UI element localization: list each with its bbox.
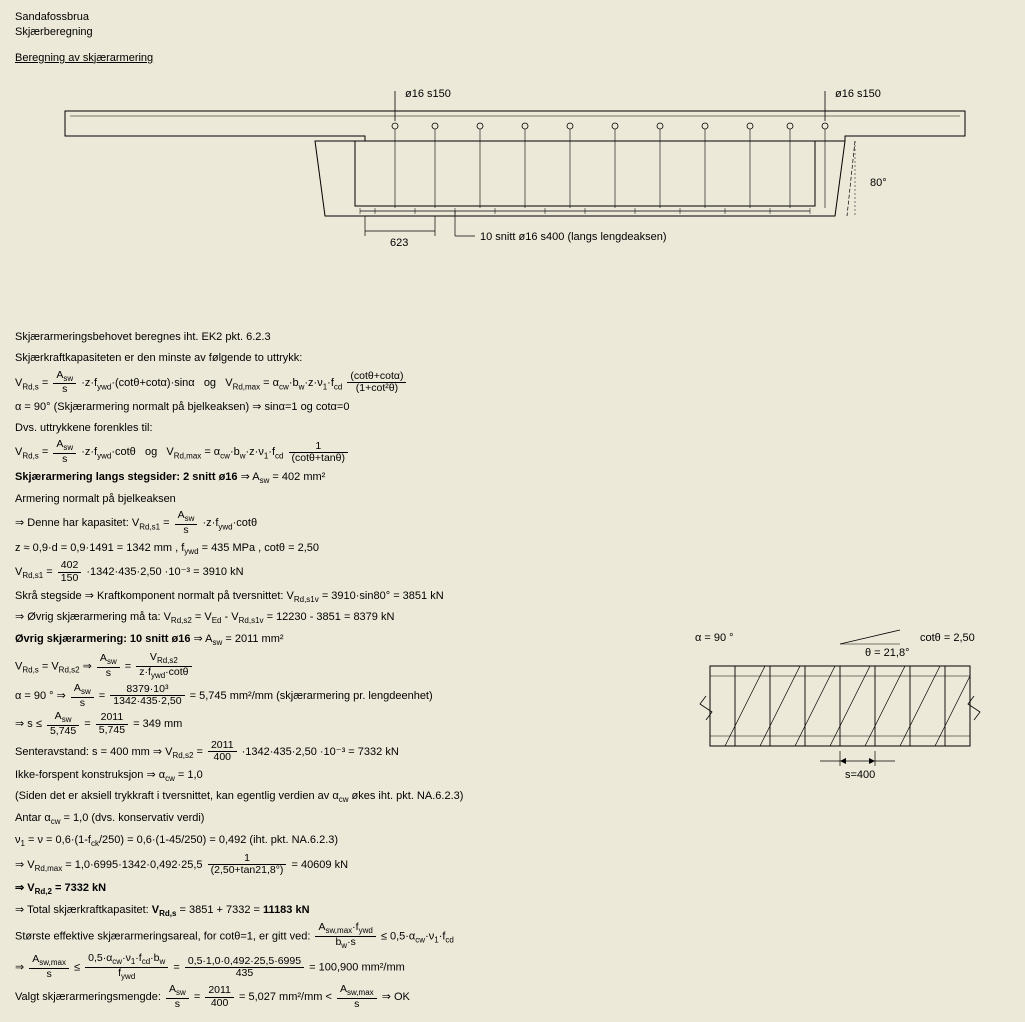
svg-text:cotθ = 2,50: cotθ = 2,50 <box>920 632 975 644</box>
strut-detail-diagram: α = 90 ° θ = 21,8° cotθ = 2,50 s=400 <box>690 626 990 806</box>
cross-section-diagram: ø16 s150 ø16 s150 623 10 snitt ø16 s4 <box>15 86 1010 266</box>
dvs: Dvs. uttrykkene forenkles til: <box>15 419 690 438</box>
ovrig-l8: ν1 = ν = 0,6·(1-fck/250) = 0,6·(1-45/250… <box>15 831 690 851</box>
langs-l3: z ≈ 0,9·d = 0,9·1491 = 1342 mm , fywd = … <box>15 539 690 559</box>
snitt-label: 10 snitt ø16 s400 (langs lengdeaksen) <box>480 231 667 243</box>
langs-l1: Armering normalt på bjelkeaksen <box>15 490 690 509</box>
langs-title: Skjærarmering langs stegsider: 2 snitt ø… <box>15 468 690 488</box>
langs-l5: Skrå stegside ⇒ Kraftkomponent normalt p… <box>15 587 690 607</box>
ovrig-l3: ⇒ s ≤ Asw5,745 = 20115,745 = 349 mm <box>15 711 690 737</box>
intro-1: Skjærarmeringsbehovet beregnes iht. EK2 … <box>15 328 690 347</box>
title-2: Skjærberegning <box>15 25 1010 40</box>
page-header: Sandafossbrua Skjærberegning Beregning a… <box>15 10 1010 66</box>
ovrig-l4: Senteravstand: s = 400 mm ⇒ VRd,s2 = 201… <box>15 740 690 764</box>
dim-623: 623 <box>390 237 408 249</box>
alpha-90: α = 90° (Skjærarmering normalt på bjelke… <box>15 398 690 417</box>
svg-text:s=400: s=400 <box>845 769 875 781</box>
ovrig-l6: (Siden det er aksiell trykkraft i tversn… <box>15 787 690 807</box>
langs-l2: ⇒ Denne har kapasitet: VRd,s1 = Asws ·z·… <box>15 510 690 536</box>
equation-vrds-full: VRd,s = Asws ·z·fywd·(cotθ+cotα)·sinα og… <box>15 370 690 396</box>
intro-2: Skjærkraftkapasiteten er den minste av f… <box>15 349 690 368</box>
rebar-label-left: ø16 s150 <box>405 88 451 100</box>
rebar-label-right: ø16 s150 <box>835 88 881 100</box>
ovrig-l2: α = 90 ° ⇒ Asws = 8379·10³1342·435·2,50 … <box>15 683 690 709</box>
svg-text:θ = 21,8°: θ = 21,8° <box>865 647 909 659</box>
eff-l3: Valgt skjærarmeringsmengde: Asws = 20114… <box>15 984 690 1010</box>
ovrig-title: Øvrig skjærarmering: 10 snitt ø16 ⇒ Asw … <box>15 630 690 650</box>
ovrig-l7: Antar αcw = 1,0 (dvs. konservativ verdi) <box>15 809 690 829</box>
result-vrd2: ⇒ VRd,2 = 7332 kN <box>15 879 690 899</box>
ovrig-l1: VRd,s = VRd,s2 ⇒ Asws = VRd,s2z·fywd·cot… <box>15 652 690 681</box>
result-total: ⇒ Total skjærkraftkapasitet: VRd,s = 385… <box>15 901 690 921</box>
langs-l4: VRd,s1 = 402150 ·1342·435·2,50 ·10⁻³ = 3… <box>15 560 690 584</box>
ovrig-l9: ⇒ VRd,max = 1,0·6995·1342·0,492·25,5 1(2… <box>15 853 690 877</box>
angle-80: 80° <box>870 177 887 189</box>
svg-text:α = 90 °: α = 90 ° <box>695 632 734 644</box>
equation-vrds-simple: VRd,s = Asws ·z·fywd·cotθ og VRd,max = α… <box>15 439 690 465</box>
langs-l6: ⇒ Øvrig skjærarmering må ta: VRd,s2 = VE… <box>15 608 690 628</box>
section-title: Beregning av skjærarmering <box>15 51 1010 66</box>
title-1: Sandafossbrua <box>15 10 1010 25</box>
eff-l2: ⇒ Asw,maxs ≤ 0,5·αcw·ν1·fcd·bwfywd = 0,5… <box>15 953 690 982</box>
ovrig-l5: Ikke-forspent konstruksjon ⇒ αcw = 1,0 <box>15 766 690 786</box>
